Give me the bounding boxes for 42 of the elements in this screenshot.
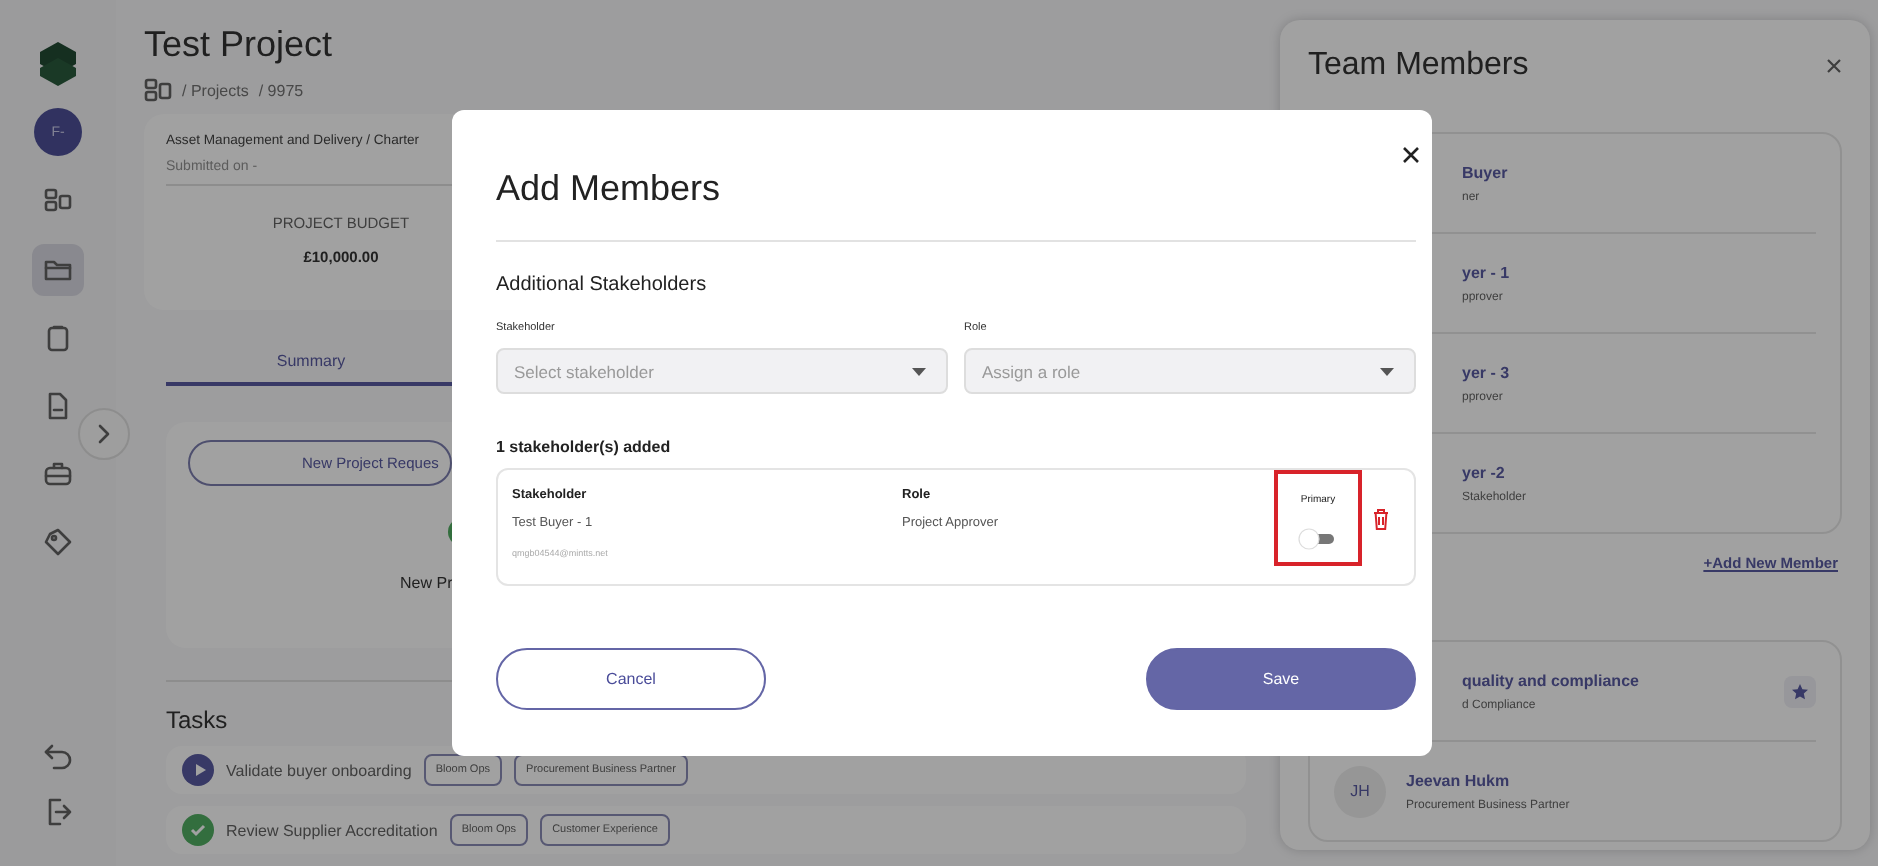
member-name: yer - 3 xyxy=(1462,363,1512,381)
member-name: yer - 1 xyxy=(1462,263,1512,281)
close-icon xyxy=(1402,146,1420,164)
member-avatar: JH xyxy=(1334,765,1386,817)
member-name: Jeevan Hukm xyxy=(1406,771,1512,789)
member-name: quality and compliance xyxy=(1462,671,1641,689)
chevron-right-icon xyxy=(96,424,112,444)
member-name: yer -2 xyxy=(1462,463,1507,481)
panel-title: Team Members xyxy=(1308,48,1529,84)
logo-icon xyxy=(36,40,80,88)
tag-icon xyxy=(42,526,74,558)
placeholder-text: Select stakeholder xyxy=(514,361,654,381)
dropdown-field[interactable]: Select stakeholder xyxy=(496,348,948,394)
briefcase-icon xyxy=(42,458,74,490)
save-button[interactable]: Save xyxy=(1146,648,1416,710)
cancel-button[interactable]: Cancel xyxy=(496,648,766,710)
play-circle-icon xyxy=(182,754,214,786)
section-title: Additional Stakeholders xyxy=(496,274,709,296)
folder-nav-button[interactable] xyxy=(32,244,84,296)
close-button[interactable] xyxy=(1402,146,1420,164)
member-name: Buyer xyxy=(1462,163,1510,181)
task-name: Validate buyer onboarding xyxy=(226,761,412,779)
trash-icon xyxy=(1372,508,1390,530)
undo-icon xyxy=(42,740,74,772)
added-count: 1 stakeholder(s) added xyxy=(496,438,673,456)
dropdown-field[interactable]: Assign a role xyxy=(964,348,1416,394)
caret-down-icon xyxy=(912,367,926,375)
breadcrumb-link[interactable]: / Projects xyxy=(182,81,249,99)
placeholder-text: Assign a role xyxy=(982,361,1081,381)
check-circle-icon xyxy=(182,814,214,846)
close-icon xyxy=(1826,58,1842,74)
star-icon xyxy=(1792,683,1808,699)
status-label: New Pr xyxy=(400,574,453,592)
toggle-switch[interactable] xyxy=(1298,528,1338,550)
page-title: Test Project xyxy=(144,24,333,66)
dashboard-icon[interactable] xyxy=(144,78,172,102)
clipboard-icon xyxy=(42,322,74,354)
caret-down-icon xyxy=(1380,367,1394,375)
task-name: Review Supplier Accreditation xyxy=(226,821,438,839)
breadcrumb-link[interactable]: / 9975 xyxy=(258,81,304,99)
tasks-title: Tasks xyxy=(166,706,230,734)
star-button[interactable] xyxy=(1784,675,1816,707)
